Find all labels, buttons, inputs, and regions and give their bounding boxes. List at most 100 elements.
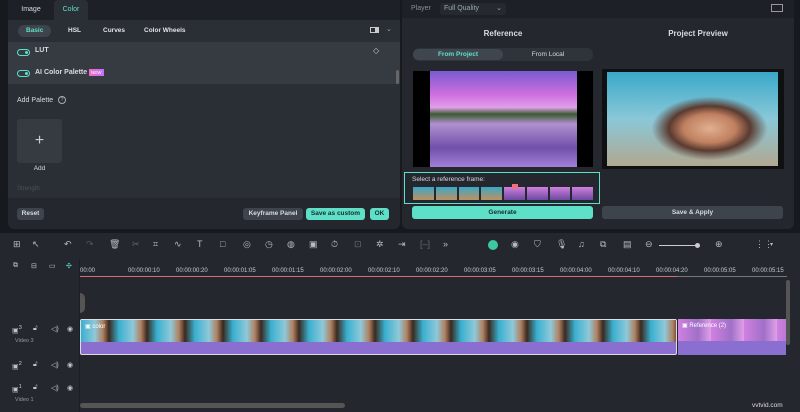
bracket-icon[interactable]: [–] <box>420 239 430 249</box>
horizontal-scrollbar[interactable] <box>80 403 345 408</box>
vertical-scrollbar[interactable] <box>786 280 790 345</box>
add-palette-button[interactable]: + <box>17 119 62 163</box>
redo-icon[interactable]: ↷ <box>86 239 94 250</box>
ruler-label: 00:00:01:05 <box>224 268 256 274</box>
lock-icon[interactable]: 🔓︎ <box>33 384 38 392</box>
from-project-tab[interactable]: From Project <box>413 49 503 60</box>
help-icon[interactable]: ? <box>58 96 66 104</box>
render-icon[interactable]: ◉ <box>511 239 519 250</box>
frame-thumb[interactable] <box>572 187 593 200</box>
track-layout-icon[interactable]: ▭ <box>49 262 56 270</box>
cut-icon[interactable]: ✂ <box>132 239 140 250</box>
ai-palette-label: AI Color Palette <box>35 69 88 76</box>
link-icon[interactable]: ⊟ <box>31 262 37 270</box>
tab-color[interactable]: Color <box>54 0 88 20</box>
frame-thumb[interactable] <box>481 187 502 200</box>
more-icon[interactable]: » <box>443 239 448 249</box>
keyframe-diamond-icon[interactable]: ◇ <box>373 46 379 55</box>
ai-icon[interactable] <box>488 240 498 250</box>
player-panel: Player Full Quality ⌄ Reference Project P… <box>402 0 794 229</box>
music-list-icon[interactable]: ♫ <box>578 239 585 249</box>
generate-button[interactable]: Generate <box>412 206 593 219</box>
subtab-hsl[interactable]: HSL <box>60 25 89 37</box>
quality-dropdown[interactable]: Full Quality ⌄ <box>440 3 506 15</box>
timer-icon[interactable]: ⏱ <box>331 239 338 250</box>
chevron-down-icon[interactable]: ▾ <box>770 241 773 248</box>
clip-name: Reference (2) <box>689 323 727 329</box>
video-clip-reference[interactable]: ▣ Reference (2) <box>678 319 786 355</box>
audio-icon[interactable]: ∿ <box>174 239 182 250</box>
select-tool-icon[interactable]: ↖ <box>32 239 40 250</box>
speaker-icon[interactable]: ◁) <box>51 384 59 392</box>
add-palette-label: Add Palette <box>17 97 54 104</box>
track-number: 3 <box>18 325 22 331</box>
ok-button[interactable]: OK <box>370 208 389 220</box>
pip-icon[interactable]: ⧉ <box>600 239 606 250</box>
screen-icon[interactable]: ▣ <box>309 239 318 250</box>
effects-icon[interactable]: ✲ <box>376 239 384 250</box>
frame-thumb[interactable] <box>526 187 548 200</box>
compare-icon[interactable] <box>370 27 379 33</box>
rendered-range <box>80 276 677 277</box>
lut-toggle[interactable] <box>17 49 30 56</box>
ruler-label: 00:00:04:10 <box>608 268 640 274</box>
eye-icon[interactable]: ◉ <box>67 325 73 333</box>
color-panel: Image Color Basic HSL Curves Color Wheel… <box>8 0 400 229</box>
zoom-slider-handle[interactable] <box>695 243 700 248</box>
preview-title: Project Preview <box>668 29 728 38</box>
lut-label: LUT <box>35 47 49 54</box>
delete-icon[interactable]: 🗑 <box>109 239 120 250</box>
panel-scrollbar[interactable] <box>396 70 399 84</box>
ruler-label: 00:00:02:10 <box>368 268 400 274</box>
chevron-down-icon[interactable]: ⌄ <box>386 25 392 33</box>
crop-icon[interactable]: ⌗ <box>153 239 158 250</box>
reset-button[interactable]: Reset <box>17 208 44 220</box>
reference-image <box>430 71 577 167</box>
preview-viewer <box>602 69 784 169</box>
layout-grid-icon[interactable]: ⊞ <box>13 239 21 250</box>
keyframe-panel-button[interactable]: Keyframe Panel <box>243 208 303 220</box>
save-apply-button[interactable]: Save & Apply <box>602 206 783 219</box>
microphone-icon[interactable]: 🎙 <box>556 239 567 250</box>
tab-image[interactable]: Image <box>8 0 54 20</box>
undo-icon[interactable]: ↶ <box>64 239 72 250</box>
lock-icon[interactable]: 🔓︎ <box>33 361 38 369</box>
snap-icon[interactable]: ✣ <box>66 262 72 270</box>
eye-icon[interactable]: ◉ <box>67 384 73 392</box>
frame-thumb[interactable] <box>458 187 480 200</box>
frame-thumb[interactable] <box>435 187 457 200</box>
save-as-custom-button[interactable]: Save as custom <box>306 208 365 220</box>
frame-strip <box>413 184 593 200</box>
frame-thumb[interactable] <box>413 187 434 200</box>
reference-frame-selector: Select a reference frame: <box>404 172 600 204</box>
color-palette-icon[interactable]: ◍ <box>287 239 295 250</box>
zoom-slider[interactable] <box>659 243 700 248</box>
ai-palette-toggle[interactable] <box>17 70 30 77</box>
lock-icon[interactable]: 🔓︎ <box>33 325 38 333</box>
speaker-icon[interactable]: ◁) <box>51 361 59 369</box>
eye-icon[interactable]: ◉ <box>67 361 73 369</box>
split-icon[interactable]: ⇥ <box>398 239 406 250</box>
video-clip-color[interactable]: ▣ color <box>80 319 677 355</box>
rectangle-icon[interactable]: □ <box>220 239 225 249</box>
add-track-icon[interactable]: ⧉ <box>13 262 18 270</box>
frame-thumb[interactable] <box>549 187 571 200</box>
frame-thumb-selected[interactable] <box>504 184 525 200</box>
subtab-curves[interactable]: Curves <box>95 25 133 37</box>
from-local-tab[interactable]: From Local <box>503 49 593 60</box>
marker-icon[interactable]: ⛉ <box>534 239 541 250</box>
subtab-basic[interactable]: Basic <box>18 25 52 37</box>
zoom-fit-icon[interactable]: ⊡ <box>354 239 362 250</box>
mask-icon[interactable]: ◎ <box>243 239 251 250</box>
track-collapse-handle[interactable] <box>80 293 85 313</box>
text-icon[interactable]: T <box>197 239 203 249</box>
ruler-label: 00:00:00:10 <box>128 268 160 274</box>
zoom-in-icon[interactable]: ⊕ <box>715 239 723 250</box>
subtab-color-wheels[interactable]: Color Wheels <box>136 25 194 37</box>
fullscreen-icon[interactable]: ▤ <box>623 239 632 250</box>
playhead-marker[interactable] <box>512 184 519 189</box>
speaker-icon[interactable]: ◁) <box>51 325 59 333</box>
speed-icon[interactable]: ◷ <box>265 239 273 250</box>
layout-icon[interactable] <box>771 4 783 12</box>
zoom-out-icon[interactable]: ⊖ <box>645 239 653 250</box>
